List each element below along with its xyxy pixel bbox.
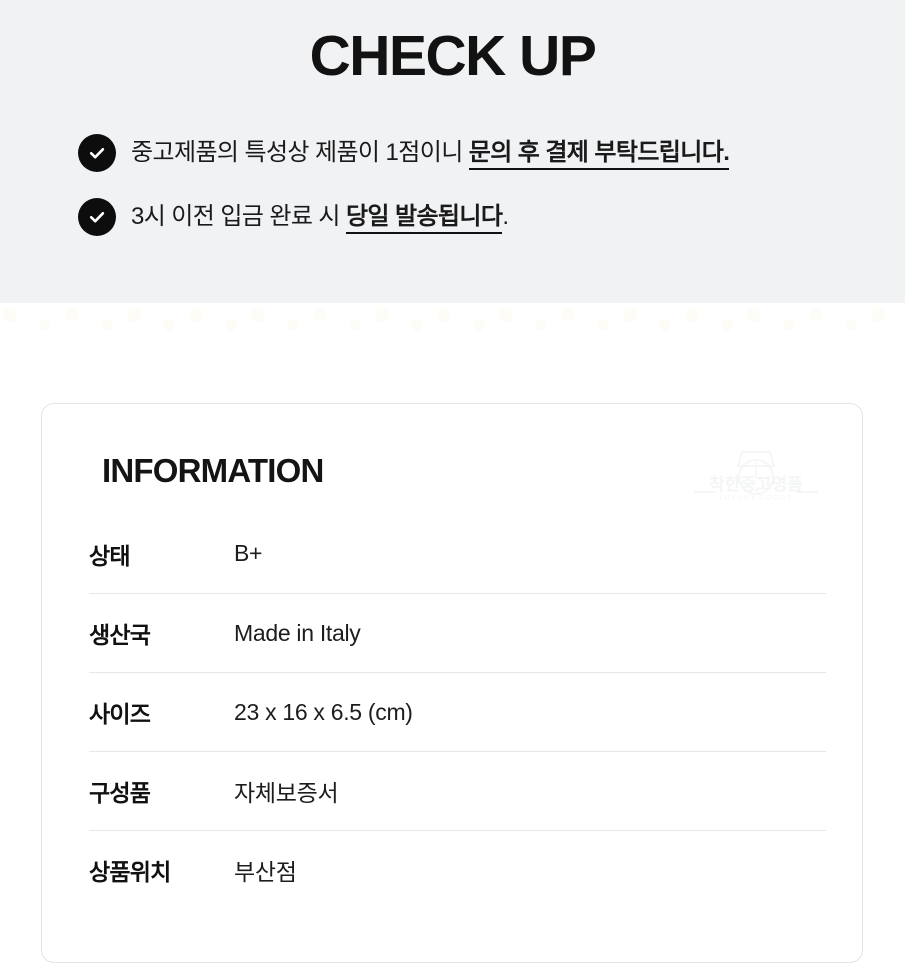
checkup-title: CHECK UP <box>309 24 597 88</box>
row-value: 23 x 16 x 6.5 (cm) <box>234 698 413 725</box>
checkup-item-emphasis: 당일 발송됩니다 <box>345 203 503 234</box>
information-title: INFORMATION <box>102 452 324 489</box>
information-card: INFORMATION 착한중고명품 LUXURY GOODS 상태 B+ 생산… <box>41 403 863 963</box>
checkup-banner: CHECK UP 중고제품의 특성상 제품이 1점이니 문의 후 결제 부탁드립… <box>0 0 905 303</box>
checkup-item: 3시 이전 입금 완료 시 당일 발송됩니다. <box>78 197 878 237</box>
row-label: 상품위치 <box>89 859 171 885</box>
watermark-brand-text: 착한중고명품 <box>709 475 803 494</box>
checkup-item-text: 3시 이전 입금 완료 시 당일 발송됩니다. <box>131 197 509 237</box>
checkup-list: 중고제품의 특성상 제품이 1점이니 문의 후 결제 부탁드립니다. 3시 이전… <box>78 133 878 261</box>
checkup-item: 중고제품의 특성상 제품이 1점이니 문의 후 결제 부탁드립니다. <box>78 133 878 173</box>
checkup-item-lead: 중고제품의 특성상 제품이 1점이니 <box>131 139 469 166</box>
check-circle-icon <box>78 134 116 172</box>
row-label: 구성품 <box>89 780 151 806</box>
information-table: 상태 B+ 생산국 Made in Italy 사이즈 23 x 16 x 6.… <box>89 514 826 909</box>
checkup-item-lead: 3시 이전 입금 완료 시 <box>131 203 346 230</box>
row-value: B+ <box>234 540 263 566</box>
table-row: 생산국 Made in Italy <box>89 593 826 672</box>
table-row: 상품위치 부산점 <box>89 830 826 909</box>
brand-watermark: 착한중고명품 LUXURY GOODS <box>692 444 820 506</box>
row-value: 부산점 <box>234 859 297 885</box>
row-label: 상태 <box>89 542 131 569</box>
table-row: 사이즈 23 x 16 x 6.5 (cm) <box>89 672 826 751</box>
checkup-item-text: 중고제품의 특성상 제품이 1점이니 문의 후 결제 부탁드립니다. <box>131 133 730 173</box>
check-circle-icon <box>78 198 116 236</box>
table-row: 구성품 자체보증서 <box>89 751 826 830</box>
row-value: Made in Italy <box>234 619 361 646</box>
row-value: 자체보증서 <box>234 780 339 806</box>
row-label: 사이즈 <box>89 701 151 727</box>
checkup-item-trail: . <box>502 203 509 230</box>
row-label: 생산국 <box>89 622 151 648</box>
decorative-pattern-strip <box>0 303 905 345</box>
table-row: 상태 B+ <box>89 514 826 593</box>
checkup-item-emphasis: 문의 후 결제 부탁드립니다. <box>468 139 730 170</box>
watermark-tagline-text: LUXURY GOODS <box>720 495 793 502</box>
